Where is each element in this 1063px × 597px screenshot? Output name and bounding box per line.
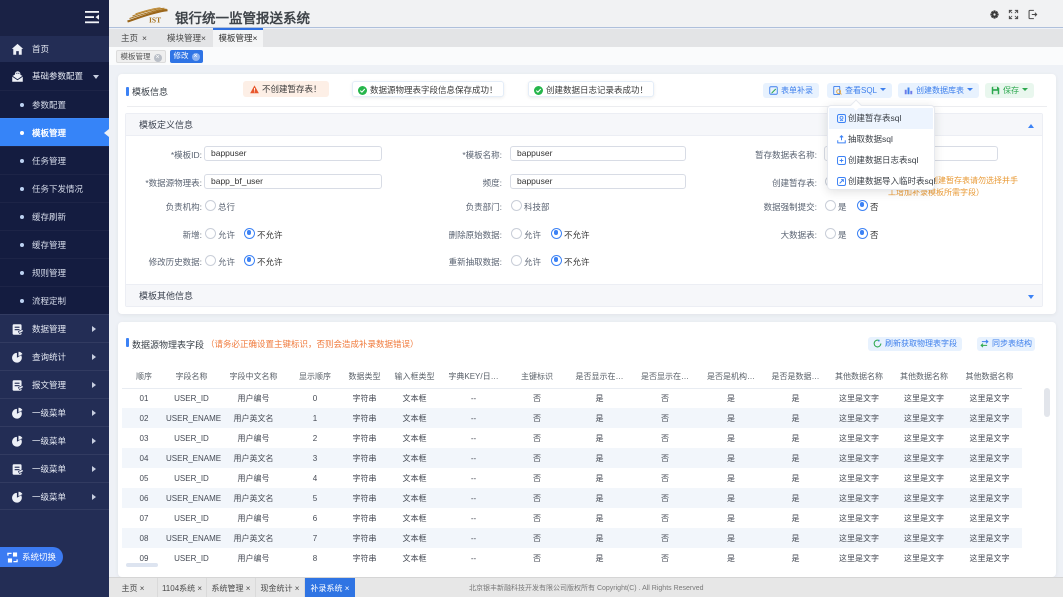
svg-text:IST: IST: [149, 16, 161, 24]
